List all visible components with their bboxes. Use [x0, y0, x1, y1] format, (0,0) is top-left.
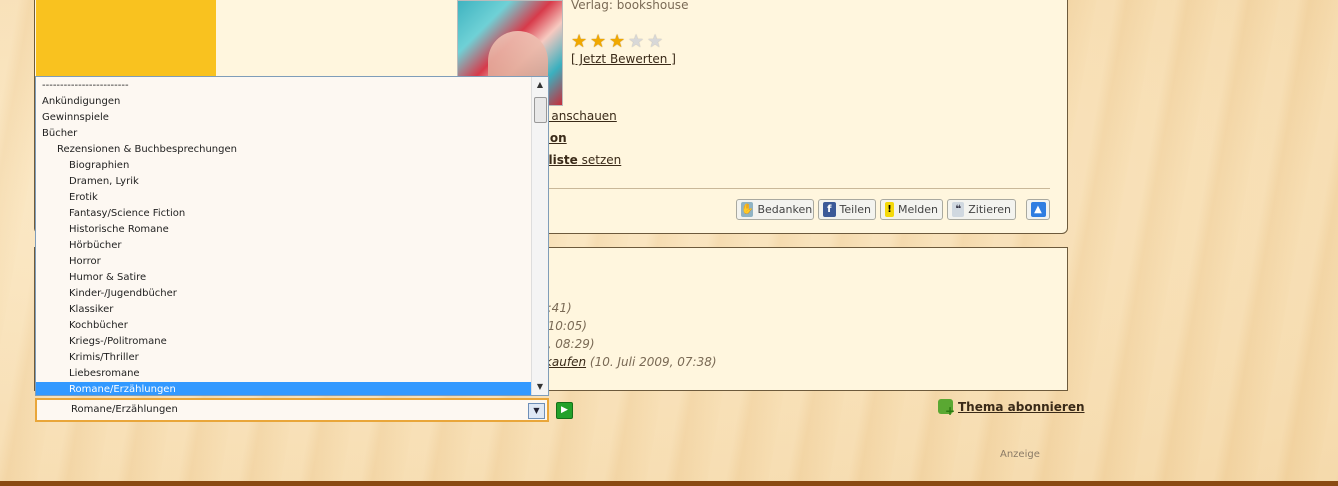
go-button[interactable]: ▶ [556, 402, 573, 419]
dropdown-option[interactable]: Krimis/Thriller [36, 350, 548, 366]
star-icon: ★ [609, 31, 626, 52]
dropdown-option[interactable]: Kinder-/Jugendbücher [36, 286, 548, 302]
ad-label: Anzeige [1000, 449, 1040, 460]
play-icon: ▶ [561, 405, 568, 415]
share-button[interactable]: f Teilen [818, 199, 876, 220]
forum-jump-dropdown-list[interactable]: ------------------------ Ankündigungen Gew… [35, 76, 549, 396]
facebook-icon: f [823, 202, 836, 217]
subscribe-icon [938, 399, 955, 418]
forum-jump-select[interactable]: Romane/Erzählungen ▼ [35, 398, 549, 422]
arrow-up-icon: ▲ [1030, 202, 1046, 217]
dropdown-option[interactable]: Klassiker [36, 302, 548, 318]
rating-stars: ★ ★ ★ ★ ★ [571, 33, 665, 51]
report-button[interactable]: ! Melden [880, 199, 943, 220]
dropdown-option[interactable]: Ankündigungen [36, 94, 536, 110]
dropdown-option[interactable]: Rezensionen & Buchbesprechungen [36, 142, 548, 158]
dropdown-option[interactable]: Gewinnspiele [36, 110, 536, 126]
dropdown-option[interactable]: Hörbücher [36, 238, 548, 254]
scroll-down-arrow-icon[interactable]: ▼ [532, 379, 548, 395]
post-link-view[interactable]: n anschauen [540, 109, 617, 123]
subscribe-thread-link[interactable]: Thema abonnieren [938, 399, 1085, 418]
star-icon: ★ [647, 31, 664, 52]
post-link-wishlist[interactable]: hliste setzen [540, 153, 621, 167]
dropdown-option[interactable]: Liebesromane [36, 366, 548, 382]
dropdown-option[interactable]: Kochbücher [36, 318, 548, 334]
warning-icon: ! [885, 202, 894, 217]
star-icon: ★ [571, 31, 588, 52]
chevron-down-icon[interactable]: ▼ [528, 403, 545, 419]
dropdown-option[interactable]: Kriegs-/Politromane [36, 334, 548, 350]
dropdown-option[interactable]: Biographien [36, 158, 548, 174]
star-icon: ★ [590, 31, 607, 52]
dropdown-option[interactable]: Humor & Satire [36, 270, 548, 286]
similar-thread-item: rkaufen (10. Juli 2009, 07:38) [540, 355, 717, 369]
dropdown-option[interactable]: Bücher [36, 126, 536, 142]
scrollbar-thumb[interactable] [534, 97, 547, 123]
similar-thread-date: (10. Juli 2009, 07:38) [589, 355, 717, 369]
dropdown-option[interactable]: Horror [36, 254, 548, 270]
dropdown-option[interactable]: Historische Romane [36, 222, 548, 238]
star-icon: ★ [628, 31, 645, 52]
footer-bar [0, 481, 1338, 486]
dropdown-scrollbar[interactable]: ▲ ▼ [531, 77, 548, 395]
quote-button[interactable]: ❝ Zitieren [947, 199, 1016, 220]
publisher-text: Verlag: bookshouse [571, 0, 689, 12]
scroll-top-button[interactable]: ▲ [1026, 199, 1050, 220]
scroll-up-arrow-icon[interactable]: ▲ [532, 77, 548, 93]
dropdown-option[interactable]: Dramen, Lyrik [36, 174, 548, 190]
thank-button[interactable]: ✋ Bedanken [736, 199, 814, 220]
quote-icon: ❝ [952, 202, 965, 217]
select-value: Romane/Erzählungen [71, 404, 178, 415]
rate-now-link[interactable]: [ Jetzt Bewerten ] [571, 52, 676, 66]
post-divider [540, 188, 1050, 189]
dropdown-option[interactable]: Erotik [36, 190, 548, 206]
dropdown-option[interactable]: ------------------------ [36, 78, 536, 94]
thumb-icon: ✋ [741, 202, 754, 217]
dropdown-option[interactable]: Fantasy/Science Fiction [36, 206, 548, 222]
dropdown-option[interactable]: Romane/Erzählungen [36, 382, 548, 395]
